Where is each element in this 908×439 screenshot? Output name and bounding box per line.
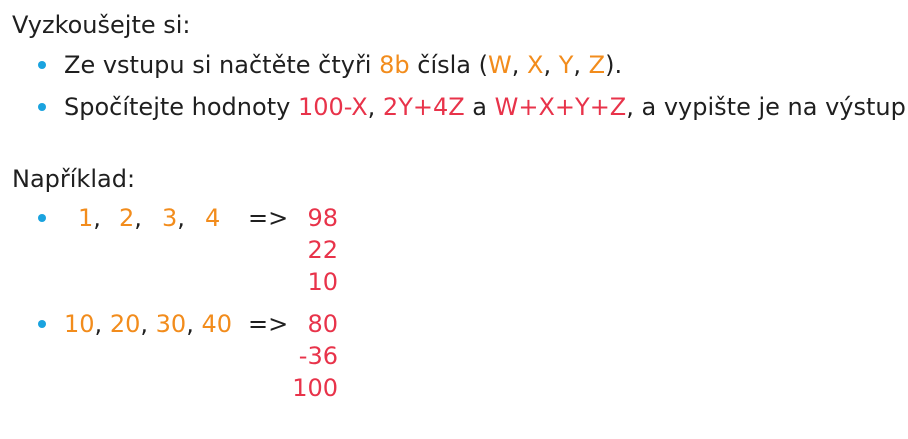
task-1-suffix: ). bbox=[605, 51, 623, 79]
var-w: W bbox=[488, 51, 512, 79]
sep: , bbox=[543, 51, 559, 79]
task-1: Ze vstupu si načtěte čtyři 8b čísla (W, … bbox=[64, 50, 622, 80]
heading: Vyzkoušejte si: bbox=[12, 11, 191, 39]
output-value: 100 bbox=[292, 374, 338, 402]
output-value: 80 bbox=[307, 310, 338, 338]
task-2: Spočítejte hodnoty 100-X, 2Y+4Z a W+X+Y+… bbox=[64, 92, 908, 122]
comma: , bbox=[94, 310, 103, 338]
example-1-input-2: 2, bbox=[119, 203, 142, 233]
expr-sum: W+X+Y+Z bbox=[494, 93, 627, 121]
input-value: 2 bbox=[119, 204, 135, 232]
var-y: Y bbox=[558, 51, 574, 79]
sep: , bbox=[367, 93, 383, 121]
bullet-icon bbox=[38, 320, 46, 328]
output-value: -36 bbox=[298, 342, 338, 370]
input-value: 40 bbox=[201, 310, 233, 338]
input-value: 10 bbox=[64, 310, 95, 338]
sep: , bbox=[511, 51, 527, 79]
expr-2y-plus-4z: 2Y+4Z bbox=[382, 93, 465, 121]
var-x: X bbox=[527, 51, 544, 79]
sep: , bbox=[573, 51, 589, 79]
comma: , bbox=[177, 204, 185, 232]
example-2-inputs: 10, 20, 30, 40 bbox=[64, 309, 232, 339]
example-1-input-4: 4 bbox=[205, 203, 220, 233]
output-value: 10 bbox=[307, 268, 338, 296]
bullet-icon bbox=[38, 61, 46, 69]
bullet-icon bbox=[38, 103, 46, 111]
and-word: a bbox=[464, 93, 495, 121]
input-value: 20 bbox=[109, 310, 141, 338]
output-value: 22 bbox=[307, 236, 338, 264]
example-1-inputs: 1, bbox=[78, 203, 101, 233]
output-value: 98 bbox=[307, 204, 338, 232]
input-value: 3 bbox=[162, 204, 178, 232]
input-value: 4 bbox=[205, 204, 221, 232]
comma: , bbox=[140, 310, 149, 338]
task-1-prefix: Ze vstupu si načtěte čtyři bbox=[64, 51, 380, 79]
input-value: 1 bbox=[78, 204, 94, 232]
comma: , bbox=[186, 310, 194, 338]
bullet-icon bbox=[38, 214, 46, 222]
example-heading: Například: bbox=[12, 165, 136, 193]
task-2-suffix: , a vypište je na výstup. bbox=[626, 93, 908, 121]
comma: , bbox=[134, 204, 142, 232]
task-1-bits: 8b bbox=[379, 51, 410, 79]
example-1-input-3: 3, bbox=[162, 203, 185, 233]
var-z: Z bbox=[588, 51, 606, 79]
expr-100-minus-x: 100-X bbox=[297, 93, 368, 121]
comma: , bbox=[93, 204, 101, 232]
task-1-middle: čísla ( bbox=[409, 51, 488, 79]
task-2-prefix: Spočítejte hodnoty bbox=[64, 93, 298, 121]
input-value: 30 bbox=[155, 310, 187, 338]
